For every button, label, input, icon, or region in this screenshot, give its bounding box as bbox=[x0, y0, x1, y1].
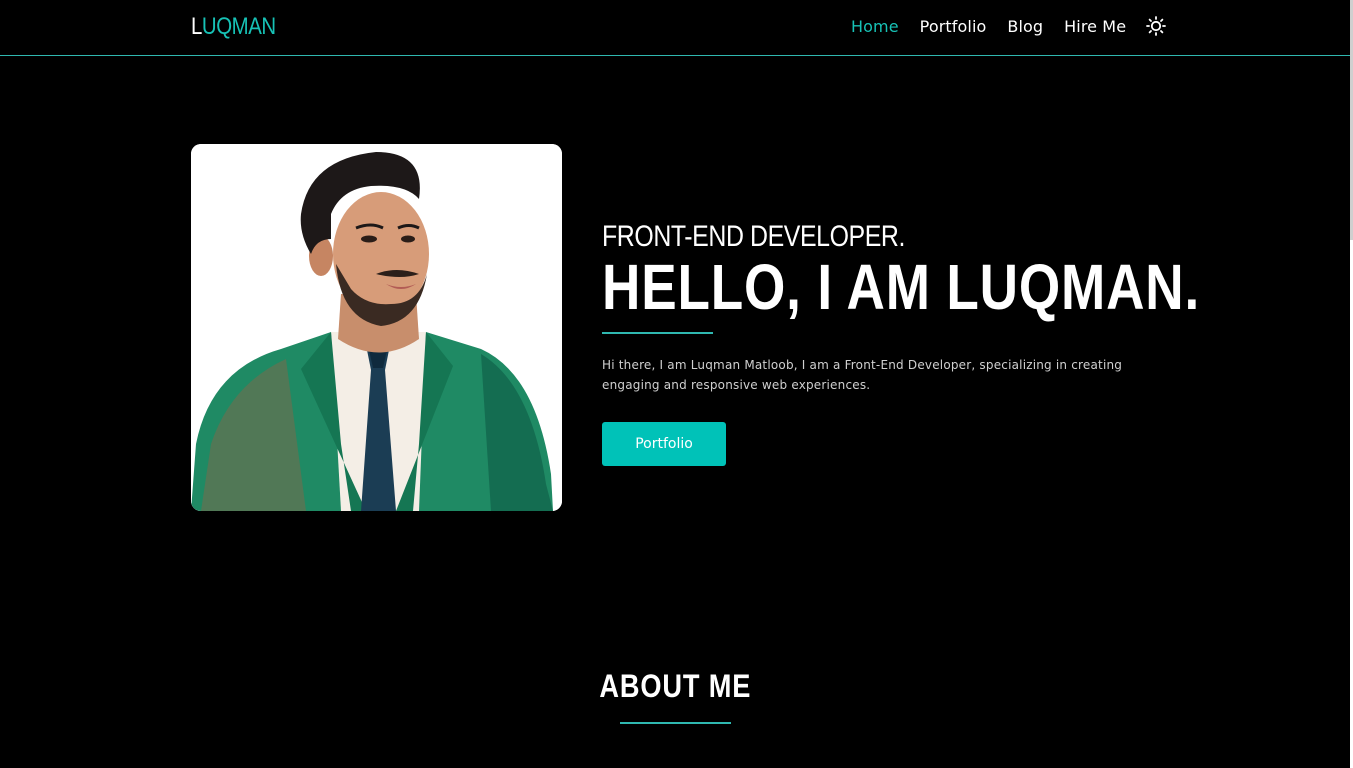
hero-divider bbox=[602, 332, 713, 334]
about-divider bbox=[620, 722, 731, 724]
hero-intro: Hi there, I am Luqman Matloob, I am a Fr… bbox=[602, 358, 1123, 392]
page: LUQMAN Home Portfolio Blog Hire Me FRONT… bbox=[0, 0, 1353, 768]
sun-icon[interactable] bbox=[1146, 16, 1167, 36]
hero-title: HELLO, I AM LUQMAN. bbox=[602, 251, 1201, 323]
site-header: LUQMAN Home Portfolio Blog Hire Me bbox=[0, 0, 1350, 56]
nav-blog[interactable]: Blog bbox=[1007, 17, 1043, 36]
about-heading: ABOUT ME bbox=[0, 668, 1350, 705]
logo-first-letter: L bbox=[191, 13, 202, 40]
hero-subtitle: FRONT-END DEVELOPER. bbox=[602, 220, 906, 253]
nav-portfolio[interactable]: Portfolio bbox=[920, 17, 987, 36]
logo-rest: UQMAN bbox=[201, 13, 276, 40]
nav-hire-me[interactable]: Hire Me bbox=[1064, 17, 1126, 36]
about-heading-text: ABOUT ME bbox=[599, 668, 751, 704]
site-logo[interactable]: LUQMAN bbox=[191, 13, 276, 41]
nav-home[interactable]: Home bbox=[851, 17, 899, 36]
portrait-illustration bbox=[191, 144, 562, 511]
main-nav: Home Portfolio Blog Hire Me bbox=[851, 16, 1167, 36]
profile-photo bbox=[191, 144, 562, 511]
portfolio-button[interactable]: Portfolio bbox=[602, 422, 726, 466]
